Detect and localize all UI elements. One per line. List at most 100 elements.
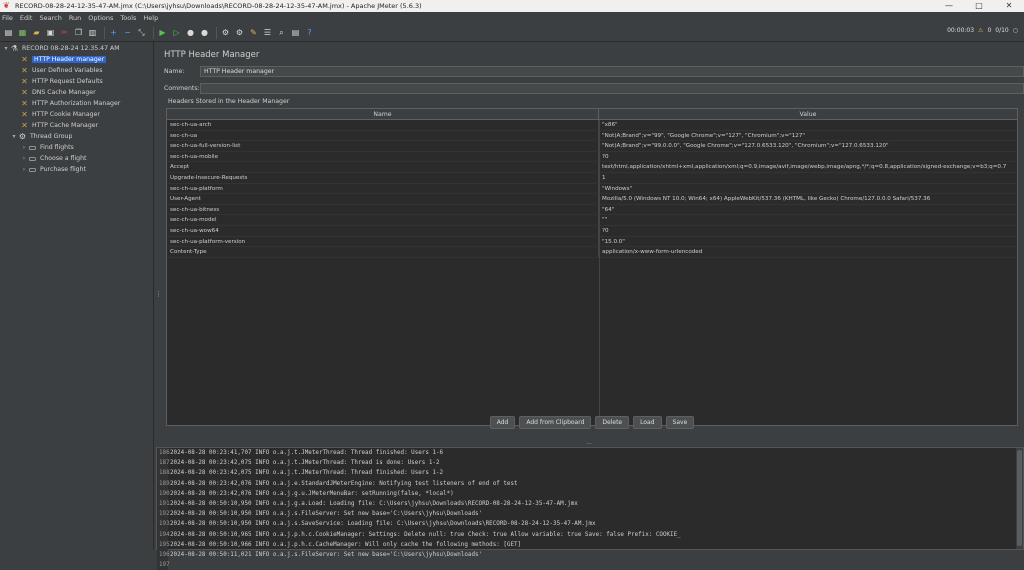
start-no-pauses-icon[interactable]: ▷ xyxy=(171,27,182,38)
tree-item-dns-cache-manager[interactable]: ✕ DNS Cache Manager xyxy=(0,87,153,98)
tree-root[interactable]: ▾ ⚗ RECORD 08-28-24 12.35.47 AM xyxy=(0,43,153,54)
search-icon[interactable]: ⌕ xyxy=(276,27,287,38)
load-button[interactable]: Load xyxy=(633,416,662,429)
header-value-cell[interactable]: "" xyxy=(599,215,1017,225)
menu-help[interactable]: Help xyxy=(143,14,158,22)
header-name-cell[interactable]: sec-ch-ua-bitness xyxy=(167,204,599,215)
header-value-cell[interactable]: "64" xyxy=(599,205,1017,215)
table-row[interactable]: sec-ch-ua-full-version-list "Not)A;Brand"… xyxy=(167,141,1017,152)
tree-item-http-authorization-manager[interactable]: ✕ HTTP Authorization Manager xyxy=(0,98,153,109)
header-value-cell[interactable]: 1 xyxy=(599,173,1017,183)
header-value-cell[interactable]: "Windows" xyxy=(599,184,1017,194)
tree-item-http-request-defaults[interactable]: ✕ HTTP Request Defaults xyxy=(0,76,153,87)
open-icon[interactable]: ▰ xyxy=(31,27,42,38)
new-icon[interactable]: ▤ xyxy=(3,27,14,38)
header-value-cell[interactable]: ?0 xyxy=(599,226,1017,236)
expand-icon[interactable]: + xyxy=(108,27,119,38)
header-name-cell[interactable]: sec-ch-ua xyxy=(167,130,599,141)
table-row[interactable]: User-Agent Mozilla/5.0 (Windows NT 10.0; … xyxy=(167,194,1017,205)
table-row[interactable]: sec-ch-ua-model "" xyxy=(167,215,1017,226)
add-from-clipboard-button[interactable]: Add from Clipboard xyxy=(519,416,592,429)
header-name-cell[interactable]: sec-ch-ua-wow64 xyxy=(167,225,599,236)
header-value-cell[interactable]: ?0 xyxy=(599,152,1017,162)
start-icon[interactable]: ▶ xyxy=(157,27,168,38)
header-name-cell[interactable]: Upgrade-Insecure-Requests xyxy=(167,172,599,183)
header-name-cell[interactable]: sec-ch-ua-full-version-list xyxy=(167,141,599,151)
header-name-cell[interactable]: Accept xyxy=(167,162,599,172)
toggle-icon[interactable]: ⤡ xyxy=(136,27,147,38)
tree-item-choose-a-flight[interactable]: › ▭ Choose a flight xyxy=(0,153,153,164)
table-row[interactable]: sec-ch-ua-wow64 ?0 xyxy=(167,225,1017,237)
menu-edit[interactable]: Edit xyxy=(20,14,33,22)
log-line: 191 2024-08-28 00:50:10,950 INFO o.a.j.g.… xyxy=(157,498,1023,510)
tree-item-http-cache-manager[interactable]: ✕ HTTP Cache Manager xyxy=(0,120,153,131)
menu-options[interactable]: Options xyxy=(88,14,113,22)
collapse-icon[interactable]: − xyxy=(122,27,133,38)
header-value-cell[interactable]: "x86" xyxy=(599,120,1017,130)
clear-icon[interactable]: ✎ xyxy=(248,27,259,38)
cut-icon[interactable]: ✂ xyxy=(59,27,70,38)
header-name-cell[interactable]: sec-ch-ua-platform-version xyxy=(167,236,599,247)
chevron-right-icon[interactable]: › xyxy=(20,166,28,173)
header-name-cell[interactable]: User-Agent xyxy=(167,194,599,204)
stop-icon[interactable]: ● xyxy=(185,27,196,38)
table-row[interactable]: sec-ch-ua "Not)A;Brand";v="99", "Google C… xyxy=(167,130,1017,142)
name-field[interactable]: HTTP Header manager xyxy=(200,66,1024,77)
chevron-down-icon[interactable]: ▾ xyxy=(10,133,18,140)
scrollbar-thumb[interactable] xyxy=(1017,450,1022,546)
table-row[interactable]: Upgrade-Insecure-Requests 1 xyxy=(167,172,1017,184)
table-row[interactable]: sec-ch-ua-arch "x86" xyxy=(167,120,1017,131)
menu-tools[interactable]: Tools xyxy=(120,14,136,22)
reset-search-icon[interactable]: ▤ xyxy=(290,27,301,38)
help-icon[interactable]: ? xyxy=(304,27,315,38)
tree-item-purchase-flight[interactable]: › ▭ Purchase flight xyxy=(0,164,153,175)
tree-item-http-header-manager[interactable]: ✕ HTTP Header manager xyxy=(0,54,153,65)
header-name-cell[interactable]: sec-ch-ua-arch xyxy=(167,120,599,130)
tree-item-thread-group[interactable]: ▾ ⚙ Thread Group xyxy=(0,131,153,142)
chevron-down-icon[interactable]: ▾ xyxy=(2,45,10,52)
header-value-cell[interactable]: "15.0.0" xyxy=(599,237,1017,247)
table-row[interactable]: sec-ch-ua-bitness "64" xyxy=(167,204,1017,216)
column-header-name[interactable]: Name xyxy=(167,109,599,119)
copy-icon[interactable]: ❐ xyxy=(73,27,84,38)
remote-start-icon[interactable]: ⚙ xyxy=(220,27,231,38)
add-button[interactable]: Add xyxy=(489,416,516,429)
menu-run[interactable]: Run xyxy=(69,14,81,22)
menu-search[interactable]: Search xyxy=(39,14,61,22)
header-value-cell[interactable]: "Not)A;Brand";v="99.0.0.0", "Google Chro… xyxy=(599,141,1017,151)
maximize-button[interactable]: □ xyxy=(964,0,994,12)
chevron-right-icon[interactable]: › xyxy=(20,155,28,162)
table-row[interactable]: sec-ch-ua-platform "Windows" xyxy=(167,183,1017,195)
shutdown-icon[interactable]: ● xyxy=(199,27,210,38)
header-value-cell[interactable]: "Not)A;Brand";v="99", "Google Chrome";v=… xyxy=(599,131,1017,141)
templates-icon[interactable]: ▦ xyxy=(17,27,28,38)
table-row[interactable]: Content-Type application/x-www-form-urlen… xyxy=(167,247,1017,258)
header-value-cell[interactable]: Mozilla/5.0 (Windows NT 10.0; Win64; x64… xyxy=(599,194,1017,204)
table-row[interactable]: Accept text/html,application/xhtml+xml,ap… xyxy=(167,162,1017,173)
header-name-cell[interactable]: sec-ch-ua-mobile xyxy=(167,151,599,162)
close-button[interactable]: ✕ xyxy=(994,0,1024,12)
warning-icon[interactable]: ⚠ xyxy=(978,27,983,34)
menu-file[interactable]: File xyxy=(2,14,13,22)
tree-item-http-cookie-manager[interactable]: ✕ HTTP Cookie Manager xyxy=(0,109,153,120)
remote-stop-icon[interactable]: ⚙ xyxy=(234,27,245,38)
comments-field[interactable] xyxy=(200,83,1024,94)
header-name-cell[interactable]: sec-ch-ua-model xyxy=(167,215,599,225)
log-scrollbar[interactable] xyxy=(1016,448,1023,549)
column-header-value[interactable]: Value xyxy=(599,109,1017,119)
table-row[interactable]: sec-ch-ua-platform-version "15.0.0" xyxy=(167,236,1017,248)
minimize-button[interactable]: — xyxy=(934,0,964,12)
tree-item-find-flights[interactable]: › ▭ Find flights xyxy=(0,142,153,153)
paste-icon[interactable]: ▥ xyxy=(87,27,98,38)
header-name-cell[interactable]: Content-Type xyxy=(167,247,599,257)
header-value-cell[interactable]: application/x-www-form-urlencoded xyxy=(599,247,1017,257)
header-value-cell[interactable]: text/html,application/xhtml+xml,applicat… xyxy=(599,162,1017,172)
chevron-right-icon[interactable]: › xyxy=(20,144,28,151)
clear-all-icon[interactable]: ☰ xyxy=(262,27,273,38)
delete-button[interactable]: Delete xyxy=(595,416,630,429)
save-icon[interactable]: ▣ xyxy=(45,27,56,38)
header-name-cell[interactable]: sec-ch-ua-platform xyxy=(167,183,599,194)
save-button[interactable]: Save xyxy=(665,416,695,429)
table-row[interactable]: sec-ch-ua-mobile ?0 xyxy=(167,151,1017,163)
tree-item-user-defined-variables[interactable]: ✕ User Defined Variables xyxy=(0,65,153,76)
